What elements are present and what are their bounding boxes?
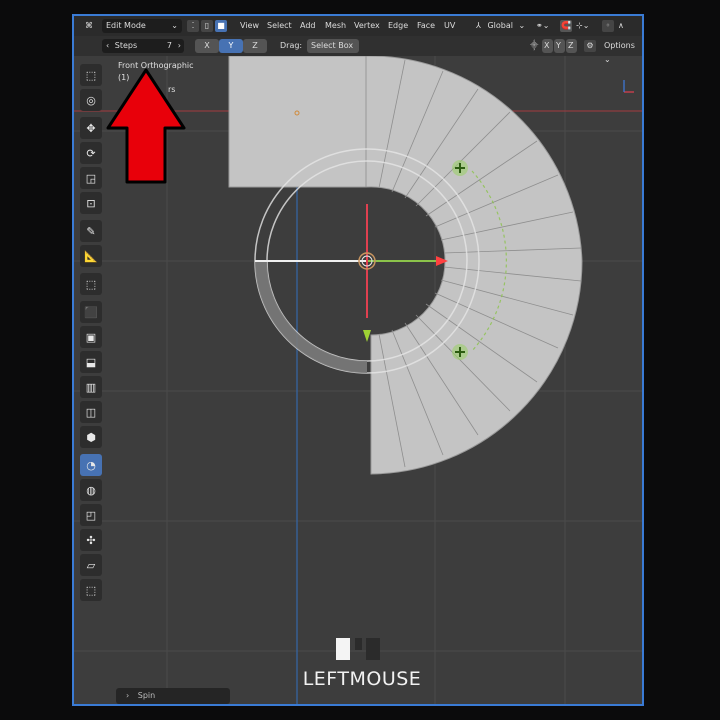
drag-value: Select Box [311, 41, 354, 50]
steps-value: 7 [166, 41, 172, 50]
spin-handle-bottom[interactable] [452, 344, 468, 360]
auto-merge-icon[interactable]: ⚙ [584, 40, 596, 52]
shrink-fatten-icon[interactable]: ✣ [80, 529, 102, 551]
menu-face[interactable]: Face [417, 19, 435, 33]
edge-slide-icon[interactable]: ◰ [80, 504, 102, 526]
rotate-icon[interactable]: ⟳ [80, 142, 102, 164]
chevron-down-icon: ⌄ [518, 21, 526, 30]
face-select-icon[interactable]: ■ [215, 20, 227, 32]
shear-icon[interactable]: ▱ [80, 554, 102, 576]
spin-mesh [228, 55, 583, 475]
axis-z-button[interactable]: Z [243, 39, 267, 53]
drag-dropdown[interactable]: Select Box ⌄ [307, 39, 359, 64]
menu-view[interactable]: View [240, 19, 259, 33]
axis-x-button[interactable]: X [195, 39, 219, 53]
chevron-right-icon: › [126, 691, 130, 700]
annotate-icon[interactable]: ✎ [80, 220, 102, 242]
mode-dropdown[interactable]: Edit Mode ⌄ [102, 19, 182, 33]
axis-navigation-gizmo[interactable] [623, 80, 634, 93]
proportional-edit-icon[interactable]: ◦ [602, 20, 614, 32]
chevron-down-icon: ⌄ [171, 21, 178, 30]
mirror-y-button[interactable]: Y [554, 39, 565, 53]
mirror-z-button[interactable]: Z [566, 39, 577, 53]
tool-settings-header: ‹ Steps 7 › X Y Z Drag: Select Box ⌄ ⸎ X… [74, 36, 642, 64]
blender-window: ⌘ Edit Mode ⌄ ⁚ ▯ ■ View Select Add Mesh… [72, 14, 644, 706]
viewport-canvas [74, 55, 642, 704]
chevron-right-icon: › [177, 41, 181, 50]
3d-viewport[interactable]: Front Orthographic (1) rs [74, 55, 642, 704]
loop-cut-icon[interactable]: ▥ [80, 376, 102, 398]
edge-select-icon[interactable]: ▯ [201, 20, 213, 32]
chevron-left-icon: ‹ [106, 41, 110, 50]
mouse-icon [336, 638, 380, 660]
mirror-x-button[interactable]: X [542, 39, 553, 53]
knife-icon[interactable]: ◫ [80, 401, 102, 423]
cursor-icon[interactable]: ◎ [80, 89, 102, 111]
inset-faces-icon[interactable]: ▣ [80, 326, 102, 348]
menu-uv[interactable]: UV [444, 19, 455, 33]
view-name: Front Orthographic [118, 61, 194, 70]
smooth-icon[interactable]: ◍ [80, 479, 102, 501]
steps-label: Steps [114, 41, 138, 50]
view-info-line3: rs [168, 85, 176, 94]
transform-icon[interactable]: ⊡ [80, 192, 102, 214]
input-overlay-text: LEFTMOUSE [302, 668, 422, 690]
view-info-line2: (1) [118, 73, 130, 82]
snap-target-icon[interactable]: ⊹⌄ [576, 19, 589, 33]
poly-build-icon[interactable]: ⬢ [80, 426, 102, 448]
steps-field[interactable]: ‹ Steps 7 › [102, 39, 184, 53]
bevel-icon[interactable]: ⬓ [80, 351, 102, 373]
scale-icon[interactable]: ◲ [80, 167, 102, 189]
orientation-label: Global [487, 21, 513, 30]
orientation-icon: ⅄ [476, 21, 481, 30]
drag-label: Drag: [280, 41, 303, 50]
viewport-info: Front Orthographic (1) rs [118, 60, 194, 96]
mode-label: Edit Mode [106, 21, 146, 30]
add-cube-icon[interactable]: ⬚ [80, 273, 102, 295]
editor-header: ⌘ Edit Mode ⌄ ⁚ ▯ ■ View Select Add Mesh… [74, 16, 642, 36]
spin-handle-top[interactable] [452, 160, 468, 176]
menu-vertex[interactable]: Vertex [354, 19, 380, 33]
mirror-icon: ⸎ [530, 41, 539, 50]
pivot-icon[interactable]: ⚭⌄ [536, 19, 549, 33]
measure-icon[interactable]: 📐 [80, 245, 102, 267]
options-label: Options [604, 41, 635, 50]
axis-y-button[interactable]: Y [219, 39, 243, 53]
move-icon[interactable]: ✥ [80, 117, 102, 139]
orientation-dropdown[interactable]: ⅄ Global ⌄ [476, 19, 530, 33]
editor-type-icon[interactable]: ⌘ [80, 20, 98, 32]
menu-add[interactable]: Add [300, 19, 316, 33]
options-dropdown[interactable]: Options ⌄ [604, 39, 642, 64]
last-operation-label: Spin [137, 691, 156, 700]
snap-icon[interactable]: 🧲 [560, 20, 572, 32]
menu-select[interactable]: Select [267, 19, 292, 33]
vertex-select-icon[interactable]: ⁚ [187, 20, 199, 32]
menu-mesh[interactable]: Mesh [325, 19, 346, 33]
menu-edge[interactable]: Edge [388, 19, 408, 33]
select-box-icon[interactable]: ⬚ [80, 64, 102, 86]
falloff-icon[interactable]: ∧ [618, 19, 624, 33]
spin-icon[interactable]: ◔ [80, 454, 102, 476]
rip-region-icon[interactable]: ⬚ [80, 579, 102, 601]
last-operation-panel[interactable]: › Spin [116, 688, 230, 704]
extrude-region-icon[interactable]: ⬛ [80, 301, 102, 323]
